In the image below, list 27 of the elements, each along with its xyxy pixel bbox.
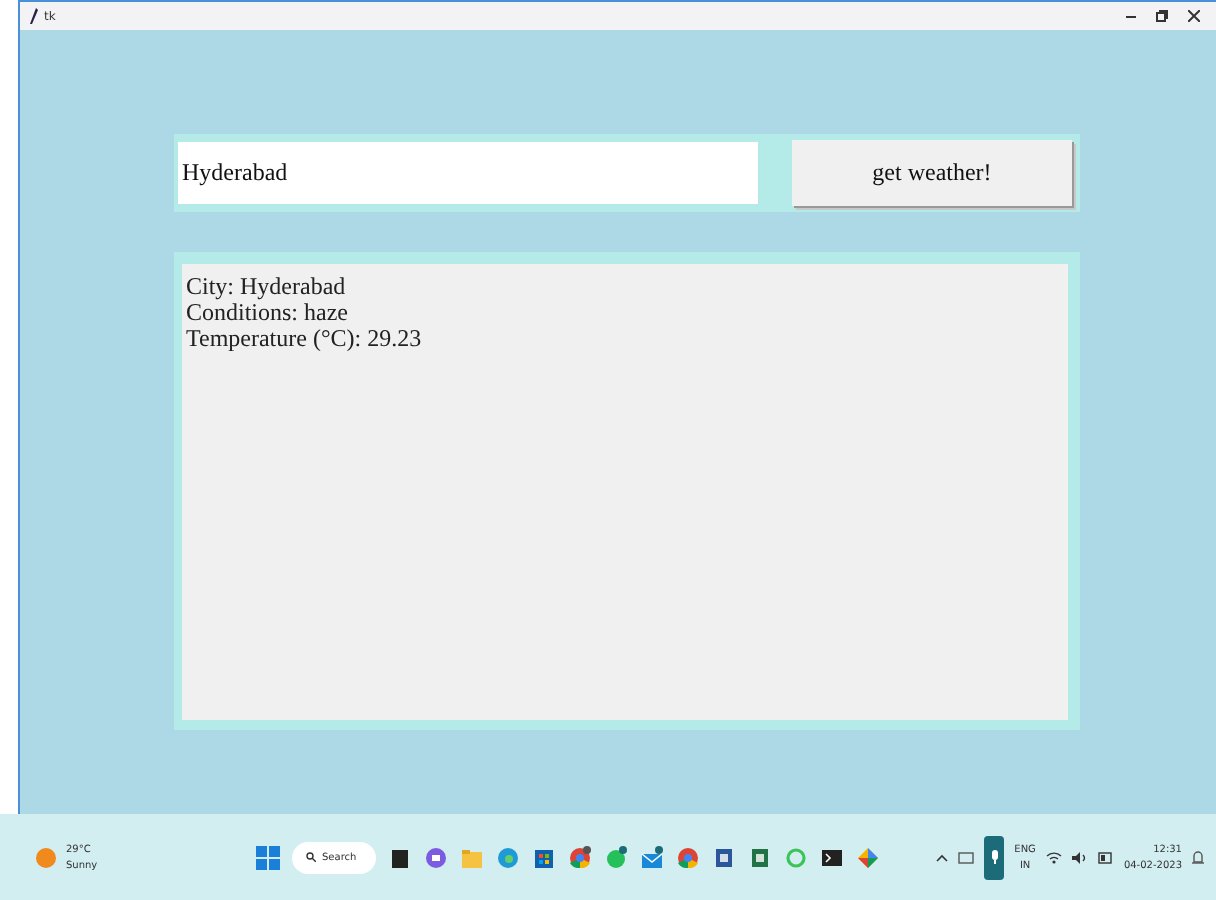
restore-icon[interactable] [1156, 10, 1168, 22]
volume-icon[interactable] [1071, 851, 1088, 863]
app-icon[interactable] [388, 845, 412, 869]
mail-icon[interactable] [640, 845, 664, 869]
monitor-icon[interactable] [958, 851, 975, 863]
minimize-icon[interactable] [1126, 15, 1136, 17]
microphone-icon [991, 850, 998, 864]
windows-icon[interactable] [256, 845, 280, 869]
city-input[interactable]: Hyderabad [178, 142, 758, 204]
terminal-icon[interactable] [820, 845, 844, 869]
output-line: Temperature (°C): 29.23 [186, 326, 422, 352]
microphone-button[interactable] [984, 835, 1005, 879]
output-line: City: Hyderabad [186, 274, 346, 300]
chevron-up-icon[interactable] [936, 853, 949, 861]
close-icon[interactable] [1188, 10, 1200, 22]
diamond-icon[interactable] [856, 845, 880, 869]
output-line: Conditions: haze [186, 300, 348, 326]
get-weather-button[interactable]: get weather! [792, 140, 1072, 206]
chrome-icon[interactable] [676, 845, 700, 869]
store-icon[interactable] [532, 845, 556, 869]
battery-icon[interactable] [1097, 851, 1114, 863]
chat-icon[interactable] [424, 845, 448, 869]
search-icon [306, 852, 316, 862]
browser-icon[interactable] [496, 845, 520, 869]
wifi-icon[interactable] [1045, 851, 1062, 863]
bell-icon[interactable] [1192, 849, 1204, 865]
chrome-icon[interactable] [568, 845, 592, 869]
